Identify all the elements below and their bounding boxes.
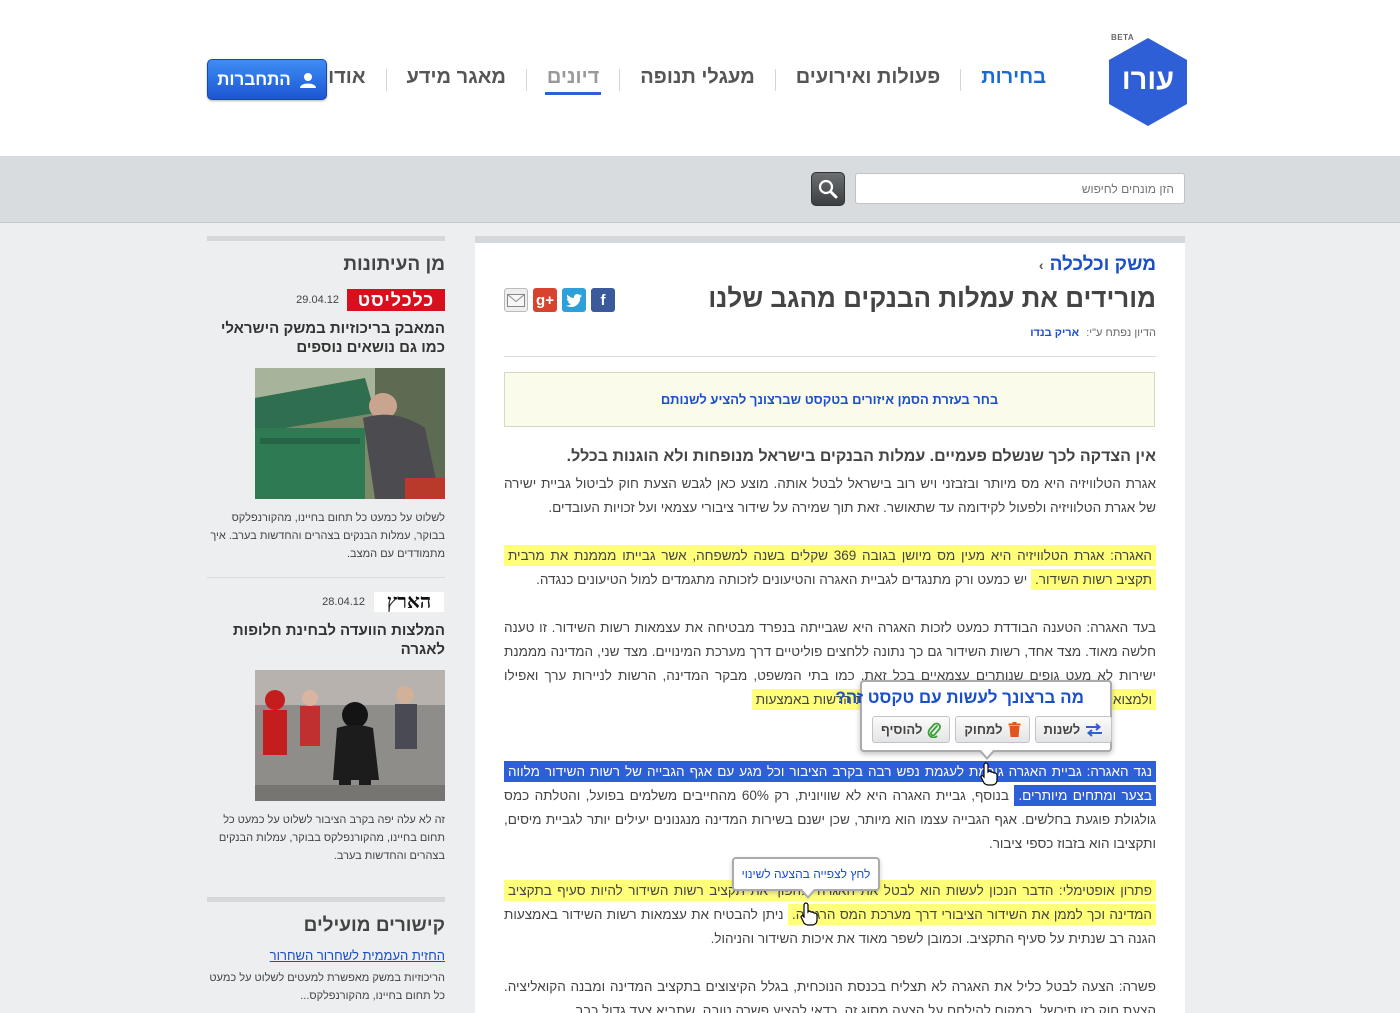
nav-item-momentum-circles[interactable]: מעגלי תנופה: [620, 64, 774, 95]
byline: הדיון נפתח ע"י: אריק בנדו: [1030, 327, 1156, 339]
article-title: מורידים את עמלות הבנקים מהגב שלנו: [708, 283, 1156, 313]
paragraph-text: בעד האגרה: הטענה הבודדת כמעט לזכות האגרה…: [504, 620, 1156, 683]
site-header: BETA עורו אודות עורו מאגר מידע דיונים מע…: [0, 0, 1400, 156]
article-paragraph[interactable]: האגרה: אגרת הטלוויזיה היא מעין מס מיושן …: [504, 544, 1156, 592]
twitter-icon: [566, 293, 582, 307]
news-image-dumpster[interactable]: [255, 368, 445, 499]
sidebar-top-bar: [207, 236, 445, 241]
facebook-icon: f: [600, 291, 606, 309]
paperclip-icon: [928, 722, 942, 738]
sidebar: מן העיתונות כלכליסט 29.04.12 המאבק בריכו…: [207, 236, 445, 1013]
logo-text: עורו: [1121, 64, 1175, 96]
delete-button[interactable]: למחוק: [955, 716, 1030, 743]
article-lead: אין הצדקה לכך שנשלם פעמיים. עמלות הבנקים…: [566, 448, 1156, 465]
beta-label: BETA: [1111, 33, 1135, 42]
search-button[interactable]: [811, 172, 845, 206]
news-date: 29.04.12: [296, 294, 339, 306]
search-bar: [0, 156, 1400, 223]
sidebar-divider: [207, 577, 445, 578]
facebook-share-button[interactable]: f: [591, 288, 615, 312]
swap-arrows-icon: [1086, 722, 1103, 737]
nav-item-database[interactable]: מאגר מידע: [387, 64, 526, 95]
change-label: לשנות: [1043, 722, 1081, 737]
haaretz-logo: הארץ: [373, 591, 445, 613]
breadcrumb[interactable]: משק וכלכלה ›: [1039, 254, 1156, 276]
selection-hint-box: בחר בעזרת הסמן איזורים בטקסט שברצונך להצ…: [504, 372, 1155, 427]
nav-item-actions-events[interactable]: פעולות ואירועים: [776, 64, 961, 95]
press-section-title: מן העיתונות: [343, 254, 445, 275]
email-share-button[interactable]: [504, 288, 528, 312]
byline-prefix: הדיון נפתח ע"י:: [1086, 327, 1156, 339]
links-section-title: קישורים מועילים: [303, 915, 445, 936]
view-suggestion-tooltip[interactable]: לחץ לצפייה בהצעה לשינוי: [732, 857, 880, 899]
popup-tail-inner: [980, 749, 994, 757]
calcalist-logo: כלכליסט: [347, 289, 445, 311]
news-text: זה לא עלה יפה בקרב הציבור לשלוט על כמעט …: [218, 814, 445, 862]
news-title[interactable]: המאבק בריכוזיות במשק הישראלי כמו גם נושא…: [207, 319, 445, 357]
article: משק וכלכלה › מורידים את עמלות הבנקים מהג…: [475, 236, 1185, 1013]
news-image-protest[interactable]: [255, 670, 445, 801]
popup-question: מה ברצונך לעשות עם טקסט זה?: [835, 688, 1084, 707]
search-input[interactable]: [855, 173, 1185, 204]
author-link[interactable]: אריק בנדו: [1030, 327, 1079, 339]
news-item[interactable]: כלכליסט 29.04.12 המאבק בריכוזיות במשק הי…: [207, 289, 445, 563]
news-date: 28.04.12: [322, 596, 365, 608]
hand-cursor-icon: [800, 902, 818, 926]
nav-item-elections[interactable]: בחירות: [961, 64, 1066, 95]
article-divider: [504, 356, 1156, 357]
login-label: התחברות: [217, 69, 291, 89]
article-paragraph[interactable]: אגרת הטלוויזיה היא מס מיותר ובזבזני ויש …: [504, 472, 1156, 520]
hand-cursor-icon: [980, 762, 998, 786]
nav-item-discussions[interactable]: דיונים: [527, 64, 619, 95]
share-buttons: g+ f: [504, 288, 615, 312]
trash-icon: [1008, 722, 1021, 737]
change-button[interactable]: לשנות: [1034, 716, 1113, 743]
article-paragraph[interactable]: פשרה: הצעה לבטל כליל את האגרה לא תצליח ב…: [504, 975, 1156, 1013]
email-icon: [507, 293, 525, 307]
popup-actions: להוסיף למחוק לשנות: [872, 716, 1113, 743]
paragraph-text: יש כמעט ורק מתנגדים לגביית האגרה והטיעונ…: [536, 572, 1028, 587]
article-top-bar: [475, 236, 1185, 243]
useful-link[interactable]: החזית העממית לשחרור השחרור: [207, 948, 445, 963]
useful-link-text: הריכוזיות במשק מאפשרת למעטים לשלוט על כמ…: [209, 972, 445, 1002]
news-item[interactable]: הארץ 28.04.12 המלצות הוועדה לבחינת חלופו…: [207, 591, 445, 865]
article-paragraph[interactable]: נגד האגרה: גביית האגרה גורמת לעגמת נפש ר…: [504, 760, 1156, 856]
login-button[interactable]: התחברות: [207, 59, 327, 100]
add-button[interactable]: להוסיף: [872, 716, 951, 743]
main-nav: אודות עורו מאגר מידע דיונים מעגלי תנופה …: [252, 64, 1066, 95]
news-item-header: הארץ 28.04.12: [207, 591, 445, 613]
tooltip-text: לחץ לצפייה בהצעה לשינוי: [741, 867, 871, 881]
sidebar-section-bar: [207, 897, 445, 902]
tooltip-tail-inner: [802, 889, 814, 896]
news-title[interactable]: המלצות הוועדה לבחינת חלופות לאגרה: [207, 621, 445, 659]
breadcrumb-category[interactable]: משק וכלכלה: [1050, 254, 1156, 276]
google-plus-icon: g+: [536, 291, 554, 309]
site-logo[interactable]: BETA עורו: [1107, 33, 1189, 128]
google-plus-share-button[interactable]: g+: [533, 288, 557, 312]
user-icon: [299, 72, 316, 88]
text-action-popup: מה ברצונך לעשות עם טקסט זה? להוסיף למחוק…: [835, 680, 1113, 760]
selection-hint: בחר בעזרת הסמן איזורים בטקסט שברצונך להצ…: [660, 392, 999, 407]
news-text: לשלוט על כמעט כל תחום בחיינו, מהקורנפלקס…: [210, 512, 445, 560]
add-label: להוסיף: [881, 722, 923, 737]
chevron-left-icon: ›: [1038, 257, 1044, 273]
news-item-header: כלכליסט 29.04.12: [207, 289, 445, 311]
delete-label: למחוק: [964, 722, 1003, 737]
search-icon: [818, 179, 838, 199]
twitter-share-button[interactable]: [562, 288, 586, 312]
